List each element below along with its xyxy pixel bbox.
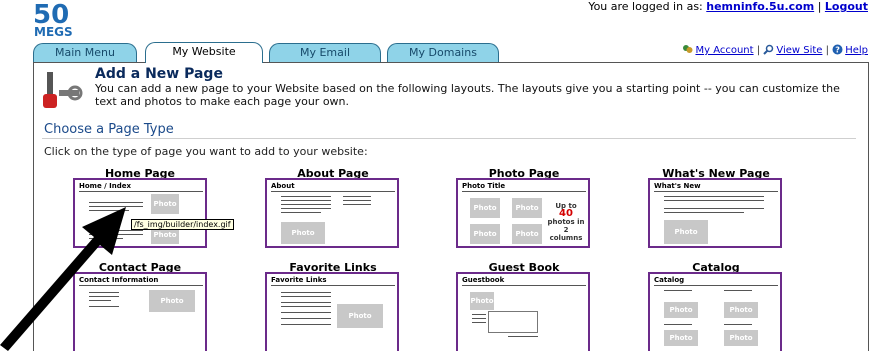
layout-thumb-guest-book[interactable]: Guestbook Photo <box>456 272 590 351</box>
divider <box>42 138 856 139</box>
thumb-rule <box>654 285 778 286</box>
layout-thumb-favorite-links[interactable]: Favorite Links Photo <box>265 272 399 351</box>
account-links: My Account | View Site | ? Help <box>682 44 868 56</box>
text-line <box>281 200 331 201</box>
annotation-arrow-icon <box>0 207 126 351</box>
text-line <box>472 322 486 323</box>
photos-in-columns-text: photos in 2 columns <box>547 218 585 242</box>
thumb-rule <box>654 191 778 192</box>
photo-count: 40 <box>559 208 573 219</box>
photo-placeholder: Photo <box>149 290 195 312</box>
tab-my-domains[interactable]: My Domains <box>387 43 499 62</box>
view-site-link[interactable]: View Site <box>776 45 822 56</box>
text-line <box>664 208 764 209</box>
text-line <box>664 324 692 325</box>
text-line <box>281 324 331 325</box>
text-line <box>343 204 371 205</box>
magnifier-icon <box>763 44 774 55</box>
photo-placeholder: Photo <box>470 198 500 218</box>
text-line <box>281 212 321 213</box>
photo-placeholder: Photo <box>512 224 542 244</box>
separator: | <box>756 45 761 56</box>
text-line <box>281 296 331 297</box>
photo-placeholder: Photo <box>470 224 500 244</box>
thumb-caption: Catalog <box>654 276 685 284</box>
text-line <box>724 290 752 291</box>
my-account-link[interactable]: My Account <box>695 45 753 56</box>
separator: | <box>825 45 829 56</box>
comment-box <box>488 311 538 333</box>
text-line <box>281 318 331 319</box>
text-line <box>472 314 486 315</box>
tools-icon <box>43 72 83 108</box>
text-line <box>664 212 744 213</box>
text-line <box>281 196 331 197</box>
login-prefix: You are logged in as: <box>588 0 703 13</box>
section-title: Choose a Page Type <box>44 122 174 137</box>
layout-thumb-whats-new[interactable]: What's New Photo <box>648 178 782 248</box>
svg-text:?: ? <box>835 46 840 55</box>
text-line <box>724 324 752 325</box>
separator: | <box>817 0 822 13</box>
text-line <box>281 302 331 303</box>
text-line <box>281 208 331 209</box>
page-title: Add a New Page <box>95 66 223 82</box>
text-line <box>281 306 331 307</box>
tab-my-email[interactable]: My Email <box>269 43 381 62</box>
photo-placeholder: Photo <box>151 194 179 214</box>
photo-placeholder: Photo <box>281 222 325 244</box>
photo-placeholder: Photo <box>337 304 383 328</box>
text-line <box>343 196 371 197</box>
photo-placeholder: Photo <box>470 292 494 310</box>
thumb-rule <box>79 191 203 192</box>
photo-placeholder: Photo <box>664 302 698 318</box>
text-line <box>664 290 692 291</box>
50megs-logo[interactable]: 50 MEGS <box>33 1 103 37</box>
thumb-rule <box>462 285 586 286</box>
photo-placeholder: Photo <box>724 302 758 318</box>
thumb-rule <box>271 285 395 286</box>
photo-placeholder: Photo <box>512 198 542 218</box>
thumb-rule <box>271 191 395 192</box>
layout-thumb-about[interactable]: About Photo <box>265 178 399 248</box>
thumb-caption: What's New <box>654 182 701 190</box>
help-link[interactable]: Help <box>845 45 868 56</box>
text-line <box>472 318 486 319</box>
layout-thumb-catalog[interactable]: Catalog Photo Photo Photo Photo <box>648 272 782 351</box>
text-line <box>508 336 538 337</box>
text-line <box>664 200 764 201</box>
help-icon: ? <box>832 44 843 55</box>
photo-placeholder: Photo <box>664 330 698 346</box>
text-line <box>664 196 764 197</box>
tab-main-menu[interactable]: Main Menu <box>33 43 137 62</box>
photo-count-note: Up to 40 photos in 2 columns <box>546 202 586 242</box>
logout-link[interactable]: Logout <box>825 0 868 13</box>
thumb-rule <box>462 191 586 192</box>
text-line <box>281 312 331 313</box>
thumb-caption: About <box>271 182 295 190</box>
text-line <box>281 204 331 205</box>
tab-my-website[interactable]: My Website <box>145 42 263 63</box>
account-icon <box>683 45 693 53</box>
text-line <box>281 292 331 293</box>
thumb-caption: Favorite Links <box>271 276 327 284</box>
layout-thumb-photo[interactable]: Photo Title Photo Photo Photo Photo Up t… <box>456 178 590 248</box>
logo-word: MEGS <box>34 25 73 37</box>
page-description: You can add a new page to your Website b… <box>95 82 840 108</box>
image-path-tooltip: /fs_img/builder/index.gif <box>131 219 234 230</box>
username-link[interactable]: hemninfo.5u.com <box>706 0 814 13</box>
text-line <box>343 200 371 201</box>
thumb-caption: Guestbook <box>462 276 505 284</box>
thumb-caption: Home / Index <box>79 182 132 190</box>
login-status: You are logged in as: hemninfo.5u.com | … <box>588 0 868 13</box>
photo-placeholder: Photo <box>724 330 758 346</box>
instruction-text: Click on the type of page you want to ad… <box>44 145 368 158</box>
thumb-caption: Photo Title <box>462 182 506 190</box>
photo-placeholder: Photo <box>664 220 708 244</box>
